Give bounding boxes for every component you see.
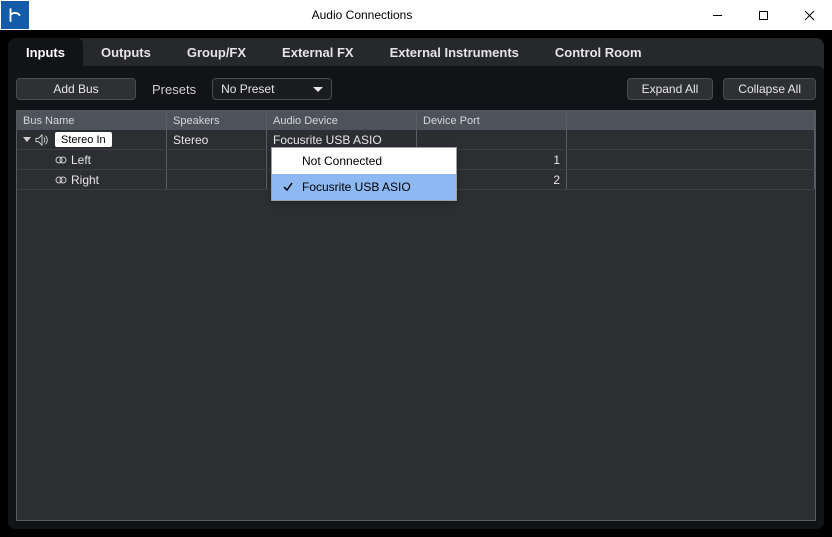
- channel-name: Right: [71, 173, 99, 187]
- dropdown-item-label: Not Connected: [302, 154, 382, 168]
- cell-bus-name[interactable]: Stereo In: [17, 130, 167, 149]
- tab-outputs[interactable]: Outputs: [83, 38, 169, 66]
- dropdown-item-label: Focusrite USB ASIO: [302, 180, 411, 194]
- tab-label: Inputs: [26, 45, 65, 60]
- tab-panel: Add Bus Presets No Preset Expand All Col…: [8, 66, 824, 529]
- cell-spacer: [567, 170, 815, 189]
- chevron-down-icon[interactable]: [23, 137, 31, 142]
- window: Audio Connections Inputs Outputs Group/F…: [0, 0, 832, 537]
- add-bus-button[interactable]: Add Bus: [16, 78, 136, 100]
- tab-label: Control Room: [555, 45, 642, 60]
- toolbar: Add Bus Presets No Preset Expand All Col…: [16, 74, 816, 104]
- app-icon: [1, 1, 29, 29]
- chevron-down-icon: [313, 87, 323, 92]
- preset-select[interactable]: No Preset: [212, 78, 332, 100]
- col-bus-name[interactable]: Bus Name: [17, 111, 167, 130]
- col-speakers[interactable]: Speakers: [167, 111, 267, 130]
- port-icon: [55, 154, 67, 166]
- col-audio-device[interactable]: Audio Device: [267, 111, 417, 130]
- tab-groupfx[interactable]: Group/FX: [169, 38, 264, 66]
- close-button[interactable]: [786, 0, 832, 30]
- cell-speakers: [167, 150, 267, 169]
- maximize-button[interactable]: [740, 0, 786, 30]
- channel-name: Left: [71, 153, 91, 167]
- tab-label: External FX: [282, 45, 354, 60]
- tab-control-room[interactable]: Control Room: [537, 38, 660, 66]
- select-value: No Preset: [221, 82, 274, 96]
- content-area: Inputs Outputs Group/FX External FX Exte…: [0, 30, 832, 537]
- tab-external-instruments[interactable]: External Instruments: [372, 38, 537, 66]
- cell-bus-name[interactable]: Right: [17, 170, 167, 189]
- bus-name-value[interactable]: Stereo In: [55, 132, 112, 147]
- speaker-icon: [35, 134, 49, 146]
- minimize-button[interactable]: [694, 0, 740, 30]
- cell-bus-name[interactable]: Left: [17, 150, 167, 169]
- check-icon: [282, 181, 294, 193]
- button-label: Add Bus: [53, 82, 98, 96]
- audio-device-dropdown[interactable]: Not Connected Focusrite USB ASIO: [271, 147, 457, 201]
- cell-spacer: [567, 130, 815, 149]
- collapse-all-button[interactable]: Collapse All: [723, 78, 816, 100]
- tab-bar: Inputs Outputs Group/FX External FX Exte…: [8, 38, 824, 66]
- bus-table: Bus Name Speakers Audio Device Device Po…: [16, 110, 816, 521]
- tab-label: Outputs: [101, 45, 151, 60]
- button-label: Collapse All: [738, 82, 801, 96]
- expand-all-button[interactable]: Expand All: [627, 78, 714, 100]
- dropdown-item[interactable]: Not Connected: [272, 148, 456, 174]
- port-icon: [55, 174, 67, 186]
- dropdown-item[interactable]: Focusrite USB ASIO: [272, 174, 456, 200]
- cell-speakers: Stereo: [167, 130, 267, 149]
- window-controls: [694, 0, 832, 30]
- port-value: 1: [553, 153, 560, 167]
- cell-spacer: [567, 150, 815, 169]
- col-device-port[interactable]: Device Port: [417, 111, 567, 130]
- tab-label: Group/FX: [187, 45, 246, 60]
- titlebar: Audio Connections: [0, 0, 832, 30]
- tab-externalfx[interactable]: External FX: [264, 38, 372, 66]
- presets-label: Presets: [146, 82, 202, 97]
- tab-inputs[interactable]: Inputs: [8, 38, 83, 66]
- tab-label: External Instruments: [390, 45, 519, 60]
- panel: Inputs Outputs Group/FX External FX Exte…: [8, 38, 824, 529]
- col-spacer: [567, 111, 815, 130]
- cell-speakers: [167, 170, 267, 189]
- window-title: Audio Connections: [30, 8, 694, 22]
- button-label: Expand All: [642, 82, 699, 96]
- port-value: 2: [553, 173, 560, 187]
- table-header: Bus Name Speakers Audio Device Device Po…: [17, 111, 815, 130]
